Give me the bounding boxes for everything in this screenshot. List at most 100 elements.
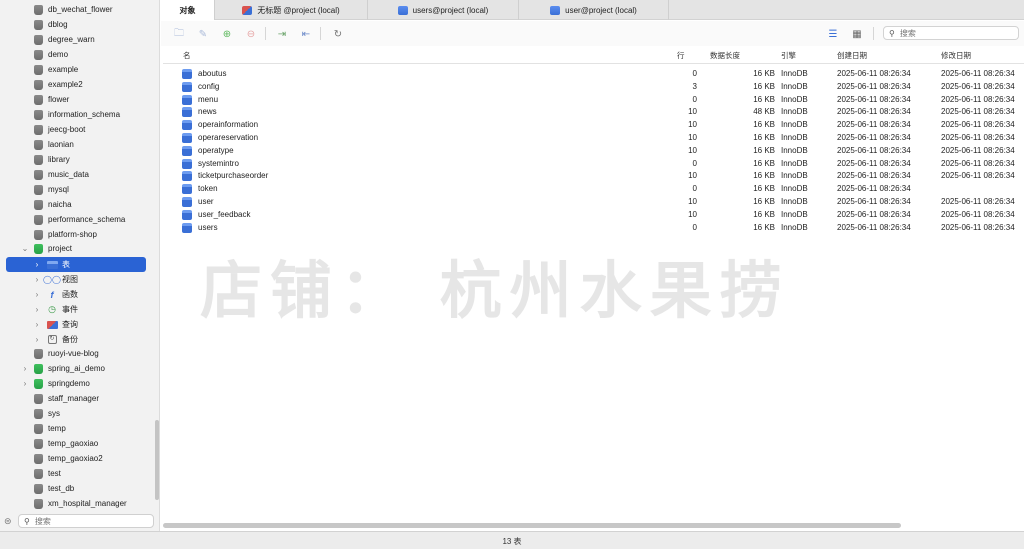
- database-item[interactable]: example2: [0, 77, 159, 92]
- chevron-right-icon[interactable]: ›: [32, 260, 42, 269]
- table-row[interactable]: news 10 48 KB InnoDB 2025-06-11 08:26:34 2025…: [161, 106, 1024, 119]
- database-item[interactable]: flower: [0, 92, 159, 107]
- database-label: example: [48, 65, 79, 74]
- refresh-icon[interactable]: ↻: [331, 27, 345, 41]
- sidebar-search-input[interactable]: [34, 516, 145, 526]
- cell-engine: InnoDB: [781, 120, 808, 130]
- sidebar-object-type-item[interactable]: › f 函数: [6, 287, 146, 302]
- column-header-data-length[interactable]: 数据长度: [710, 50, 740, 61]
- cell-name: ticketpurchaseorder: [198, 171, 269, 181]
- cell-engine: InnoDB: [781, 107, 808, 117]
- chevron-right-icon[interactable]: ›: [32, 305, 42, 314]
- sidebar-scrollbar[interactable]: [155, 420, 159, 500]
- table-row[interactable]: user 10 16 KB InnoDB 2025-06-11 08:26:34 2025…: [161, 196, 1024, 209]
- delete-table-icon[interactable]: ⊖: [244, 27, 258, 41]
- tab-user-table[interactable]: user@project (local): [519, 0, 669, 20]
- database-item[interactable]: library: [0, 152, 159, 167]
- database-item[interactable]: db_wechat_flower: [0, 2, 159, 17]
- database-item[interactable]: temp: [0, 421, 159, 436]
- database-item[interactable]: platform-shop: [0, 227, 159, 242]
- column-header-modified[interactable]: 修改日期: [941, 50, 971, 61]
- chevron-right-icon[interactable]: ›: [32, 275, 42, 284]
- database-item[interactable]: ruoyi-vue-blog: [0, 346, 159, 361]
- database-item[interactable]: test_db: [0, 481, 159, 496]
- object-search-box[interactable]: ⚲: [883, 26, 1019, 40]
- database-item[interactable]: naicha: [0, 197, 159, 212]
- table-row[interactable]: aboutus 0 16 KB InnoDB 2025-06-11 08:26:34 20…: [161, 68, 1024, 81]
- database-item[interactable]: sys: [0, 406, 159, 421]
- cell-modified: 2025-06-11 08:26:34: [941, 94, 1015, 104]
- chevron-right-icon[interactable]: ›: [32, 320, 42, 329]
- database-label: project: [48, 244, 73, 253]
- database-item[interactable]: music_data: [0, 167, 159, 182]
- database-item[interactable]: laonian: [0, 137, 159, 152]
- open-table-icon[interactable]: 🗀: [172, 27, 186, 41]
- database-item[interactable]: staff_manager: [0, 391, 159, 406]
- tab-users-table[interactable]: users@project (local): [368, 0, 519, 20]
- table-row[interactable]: operainformation 10 16 KB InnoDB 2025-06-11 …: [161, 119, 1024, 132]
- grid-view-icon[interactable]: ▦: [850, 27, 864, 41]
- table-row[interactable]: operareservation 10 16 KB InnoDB 2025-06-11 …: [161, 132, 1024, 145]
- export-icon[interactable]: ⇤: [299, 27, 313, 41]
- filter-icon[interactable]: ⊜: [4, 516, 12, 527]
- database-item[interactable]: › springdemo: [0, 376, 159, 391]
- database-item[interactable]: temp_gaoxiao2: [0, 451, 159, 466]
- chevron-right-icon[interactable]: ›: [20, 364, 30, 373]
- sidebar-object-type-item[interactable]: › 表: [6, 257, 146, 272]
- column-header-created[interactable]: 创建日期: [837, 50, 867, 61]
- database-item[interactable]: › spring_ai_demo: [0, 361, 159, 376]
- table-row[interactable]: users 0 16 KB InnoDB 2025-06-11 08:26:34 2025…: [161, 222, 1024, 235]
- cell-engine: InnoDB: [781, 222, 808, 232]
- cell-engine: InnoDB: [781, 94, 808, 104]
- cell-rows: 10: [688, 197, 697, 206]
- cell-rows: 3: [692, 81, 697, 91]
- database-item[interactable]: information_schema: [0, 107, 159, 122]
- table-row[interactable]: user_feedback 10 16 KB InnoDB 2025-06-11 08:…: [161, 209, 1024, 222]
- table-row[interactable]: config 3 16 KB InnoDB 2025-06-11 08:26:34 202…: [161, 81, 1024, 94]
- sidebar-object-type-item[interactable]: › 查询: [6, 317, 146, 332]
- database-item[interactable]: dblog: [0, 17, 159, 32]
- tab-untitled-query[interactable]: 无标题 @project (local): [215, 0, 368, 20]
- database-item[interactable]: test: [0, 466, 159, 481]
- column-header-rows[interactable]: 行: [677, 50, 685, 61]
- database-item[interactable]: jeecg-boot: [0, 122, 159, 137]
- table-row[interactable]: operatype 10 16 KB InnoDB 2025-06-11 08:26:3…: [161, 145, 1024, 158]
- database-item[interactable]: degree_warn: [0, 32, 159, 47]
- design-table-icon[interactable]: ✎: [196, 27, 210, 41]
- cell-rows: 10: [688, 133, 697, 142]
- database-icon: [34, 378, 43, 389]
- sidebar-object-type-item[interactable]: › ◯◯ 视图: [6, 272, 146, 287]
- sidebar-object-type-item[interactable]: › ◷ 事件: [6, 302, 146, 317]
- object-search-input[interactable]: [899, 28, 1010, 38]
- table-row[interactable]: ticketpurchaseorder 10 16 KB InnoDB 2025-06-…: [161, 170, 1024, 183]
- table-row[interactable]: systemintro 0 16 KB InnoDB 2025-06-11 08:26:…: [161, 158, 1024, 171]
- column-header-engine[interactable]: 引擎: [781, 50, 796, 61]
- database-icon: [34, 49, 43, 60]
- cell-rows: 10: [688, 120, 697, 130]
- chevron-right-icon[interactable]: ›: [32, 290, 42, 299]
- database-item-project[interactable]: ⌄ project: [0, 241, 159, 256]
- database-item[interactable]: example: [0, 62, 159, 77]
- database-label: spring_ai_demo: [48, 364, 105, 373]
- cell-modified: 2025-06-11 08:26:34: [941, 171, 1015, 181]
- table-icon: [182, 94, 192, 105]
- database-item[interactable]: performance_schema: [0, 212, 159, 227]
- chevron-right-icon[interactable]: ›: [32, 335, 42, 344]
- list-view-icon[interactable]: ☰: [826, 27, 840, 41]
- database-item[interactable]: temp_gaoxiao: [0, 436, 159, 451]
- sidebar-object-type-item[interactable]: › ↻ 备份: [6, 332, 146, 347]
- new-table-icon[interactable]: ⊕: [220, 27, 234, 41]
- sidebar-search-box[interactable]: ⚲: [18, 514, 154, 528]
- horizontal-scrollbar[interactable]: [163, 523, 901, 528]
- table-row[interactable]: menu 0 16 KB InnoDB 2025-06-11 08:26:34 2025-…: [161, 94, 1024, 107]
- database-item[interactable]: xm_hospital_manager: [0, 496, 159, 511]
- column-header-name[interactable]: 名: [183, 50, 191, 61]
- tab-objects[interactable]: 对象: [161, 0, 215, 20]
- database-item[interactable]: demo: [0, 47, 159, 62]
- chevron-right-icon[interactable]: ›: [20, 379, 30, 388]
- table-row[interactable]: token 0 16 KB InnoDB 2025-06-11 08:26:34: [161, 183, 1024, 196]
- chevron-down-icon[interactable]: ⌄: [20, 244, 30, 253]
- cell-modified: 2025-06-11 08:26:34: [941, 120, 1015, 130]
- database-item[interactable]: mysql: [0, 182, 159, 197]
- import-icon[interactable]: ⇥: [275, 27, 289, 41]
